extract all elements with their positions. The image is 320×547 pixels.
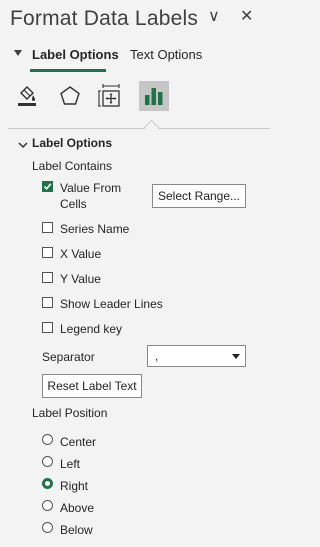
label-contains-heading: Label Contains <box>32 159 113 173</box>
y-value-label: Y Value <box>60 272 101 286</box>
value-from-cells-label-line2: Cells <box>60 197 87 211</box>
y-value-checkbox[interactable] <box>42 272 53 283</box>
reset-label-text-button[interactable]: Reset Label Text <box>42 374 142 398</box>
position-left-label: Left <box>60 457 81 471</box>
legend-key-label: Legend key <box>60 322 123 336</box>
series-name-checkbox[interactable] <box>42 222 53 233</box>
label-options-icon[interactable] <box>139 81 169 111</box>
x-value-label: X Value <box>60 247 102 261</box>
position-below-label: Below <box>60 523 93 537</box>
position-left-radio[interactable] <box>42 456 53 467</box>
position-right-radio[interactable] <box>42 478 53 489</box>
separator-value: , <box>155 349 159 363</box>
tab-collapse-caret-icon[interactable] <box>14 50 22 56</box>
position-right-label: Right <box>60 479 89 493</box>
position-above-radio[interactable] <box>42 500 53 511</box>
value-from-cells-label: Value From <box>60 181 122 195</box>
show-leader-lines-label: Show Leader Lines <box>60 297 163 311</box>
chevron-down-icon <box>232 354 240 359</box>
tab-label-options[interactable]: Label Options <box>32 47 119 62</box>
position-center-label: Center <box>60 435 97 449</box>
position-below-radio[interactable] <box>42 522 53 533</box>
selected-tab-underline <box>30 69 106 72</box>
separator-dropdown[interactable]: , <box>147 345 246 367</box>
show-leader-lines-checkbox[interactable] <box>42 297 53 308</box>
selected-category-pointer <box>143 119 160 136</box>
x-value-checkbox[interactable] <box>42 247 53 258</box>
pane-options-chevron-icon[interactable]: ∨ <box>208 9 220 25</box>
section-title[interactable]: Label Options <box>32 136 112 150</box>
label-position-heading: Label Position <box>32 406 108 420</box>
tab-text-options[interactable]: Text Options <box>130 47 202 62</box>
position-above-label: Above <box>60 501 95 515</box>
fill-line-icon[interactable] <box>12 81 42 111</box>
select-range-button[interactable]: Select Range... <box>152 184 246 208</box>
separator-label: Separator <box>42 350 95 364</box>
effects-icon[interactable] <box>55 81 85 111</box>
close-icon[interactable]: ✕ <box>240 9 253 25</box>
collapse-chevron-icon[interactable] <box>18 138 28 152</box>
size-properties-icon[interactable] <box>96 81 126 111</box>
position-center-radio[interactable] <box>42 434 53 445</box>
pane-title: Format Data Labels <box>10 7 199 30</box>
series-name-label: Series Name <box>60 222 130 236</box>
legend-key-checkbox[interactable] <box>42 322 53 333</box>
section-divider <box>8 128 270 129</box>
value-from-cells-checkbox[interactable] <box>42 181 53 192</box>
